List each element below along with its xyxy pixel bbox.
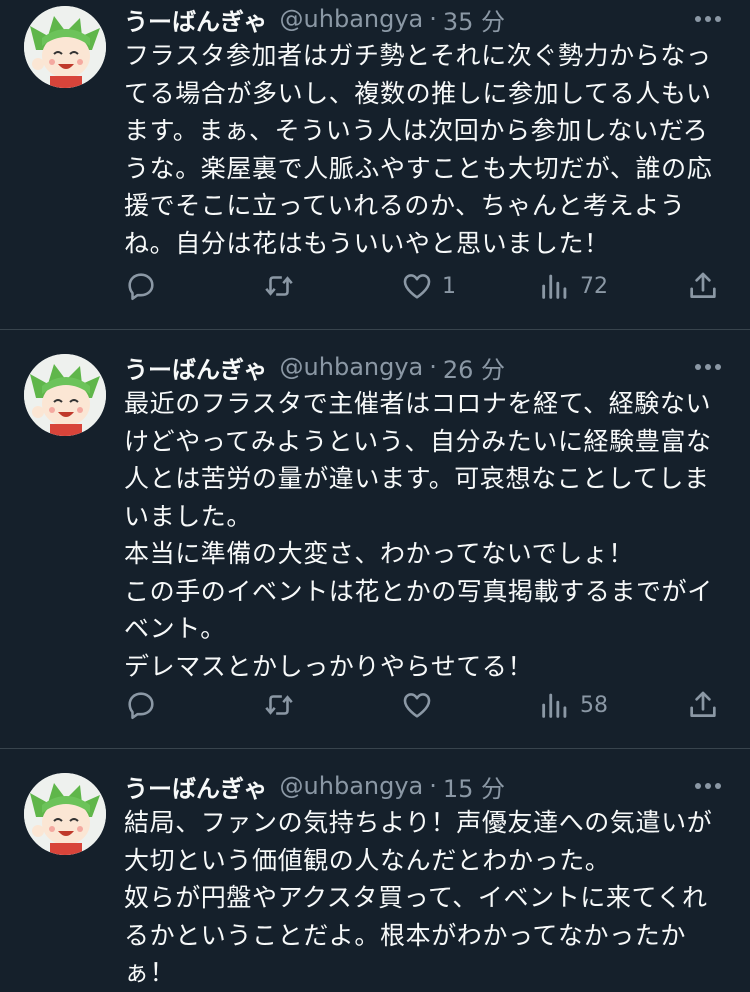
text-line: るかということだよ。根本がわかってなかったか: [124, 920, 686, 950]
text-line: うな。楽屋裏で人脈ふやすことも大切だが、誰の応: [124, 153, 713, 183]
views-button[interactable]: 58: [538, 685, 608, 725]
tweet-text: 結局、ファンの気持ちより！声優友達への気遣いが 大切という価値観の人なんだとわか…: [124, 804, 730, 992]
more-options-button[interactable]: [690, 350, 726, 384]
retweet-icon: [265, 695, 293, 715]
text-line: 人とは苦労の量が違います。可哀想なことしてしま: [124, 464, 710, 493]
divider: [0, 329, 750, 330]
reply-icon: [128, 692, 154, 720]
retweet-icon: [265, 276, 293, 296]
display-name[interactable]: うーばんぎゃ: [124, 2, 268, 37]
separator-dot: ·: [429, 772, 437, 800]
tweet-header: うーばんぎゃ @uhbangya · 26 分: [124, 350, 505, 384]
text-line: 奴らが円盤やアクスタ買って、イベントに来てくれ: [124, 883, 708, 912]
more-icon: [695, 16, 721, 22]
display-name[interactable]: うーばんぎゃ: [124, 769, 268, 804]
retweet-button[interactable]: [262, 685, 296, 725]
action-bar: 1 72: [0, 266, 750, 306]
text-line: ね。自分は花はもういいやと思いました！: [124, 228, 610, 258]
text-line: ベント。: [124, 614, 226, 643]
reply-button[interactable]: [124, 685, 158, 725]
timestamp[interactable]: 15 分: [443, 769, 505, 804]
user-handle[interactable]: @uhbangya: [280, 5, 424, 33]
text-line: てる場合が多いし、複数の推しに参加してる人もい: [124, 78, 712, 108]
like-button[interactable]: 1: [400, 266, 456, 306]
action-bar: 58: [0, 685, 750, 725]
retweet-button[interactable]: [262, 266, 296, 306]
text-line: 結局、ファンの気持ちより！声優友達への気遣いが: [124, 808, 713, 837]
like-count: 1: [442, 273, 456, 299]
text-line: 大切という価値観の人なんだとわかった。: [124, 845, 611, 875]
text-line: いました。: [124, 501, 253, 531]
analytics-icon: [542, 693, 567, 718]
share-icon: [690, 272, 716, 298]
view-count: 58: [580, 692, 608, 718]
views-button[interactable]: 72: [538, 266, 608, 306]
share-button[interactable]: [686, 266, 720, 306]
heart-icon: [403, 693, 431, 718]
text-line: 援でそこに立っていれるのか、ちゃんと考えよう: [124, 191, 686, 220]
analytics-icon: [542, 274, 567, 299]
text-line: ぁ！: [124, 958, 176, 987]
tweet-text: 最近のフラスタで主催者はコロナを経て、経験ない けどやってみようという、自分みた…: [124, 385, 730, 685]
avatar[interactable]: [24, 6, 106, 88]
view-count: 72: [580, 273, 608, 299]
separator-dot: ·: [429, 5, 437, 33]
user-handle[interactable]: @uhbangya: [280, 772, 424, 800]
tweet-header: うーばんぎゃ @uhbangya · 15 分: [124, 769, 505, 803]
heart-icon: [403, 274, 431, 299]
more-options-button[interactable]: [690, 769, 726, 803]
timestamp[interactable]: 26 分: [443, 350, 505, 385]
avatar[interactable]: [24, 354, 106, 436]
avatar[interactable]: [24, 773, 106, 855]
like-button[interactable]: [400, 685, 434, 725]
reply-icon: [128, 273, 154, 301]
text-line: ます。まぁ、そういう人は次回から参加しないだろ: [124, 116, 709, 145]
tweet-text: フラスタ参加者はガチ勢とそれに次ぐ勢力からなっ てる場合が多いし、複数の推しに参…: [124, 37, 730, 262]
more-icon: [695, 364, 721, 370]
text-line: 最近のフラスタで主催者はコロナを経て、経験ない: [124, 389, 712, 418]
text-line: この手のイベントは花とかの写真掲載するまでがイ: [124, 576, 713, 606]
display-name[interactable]: うーばんぎゃ: [124, 350, 268, 385]
share-icon: [690, 691, 716, 717]
text-line: フラスタ参加者はガチ勢とそれに次ぐ勢力からなっ: [124, 41, 712, 70]
more-options-button[interactable]: [690, 2, 726, 36]
share-button[interactable]: [686, 685, 720, 725]
separator-dot: ·: [429, 353, 437, 381]
text-line: デレマスとかしっかりやらせてる！: [124, 651, 534, 681]
divider: [0, 748, 750, 749]
tweet-header: うーばんぎゃ @uhbangya · 35 分: [124, 2, 505, 36]
user-handle[interactable]: @uhbangya: [280, 353, 424, 381]
text-line: 本当に準備の大変さ、わかってないでしょ！: [124, 539, 635, 568]
more-icon: [695, 783, 721, 789]
text-line: けどやってみようという、自分みたいに経験豊富な: [124, 426, 712, 456]
timestamp[interactable]: 35 分: [443, 2, 505, 37]
reply-button[interactable]: [124, 266, 158, 306]
